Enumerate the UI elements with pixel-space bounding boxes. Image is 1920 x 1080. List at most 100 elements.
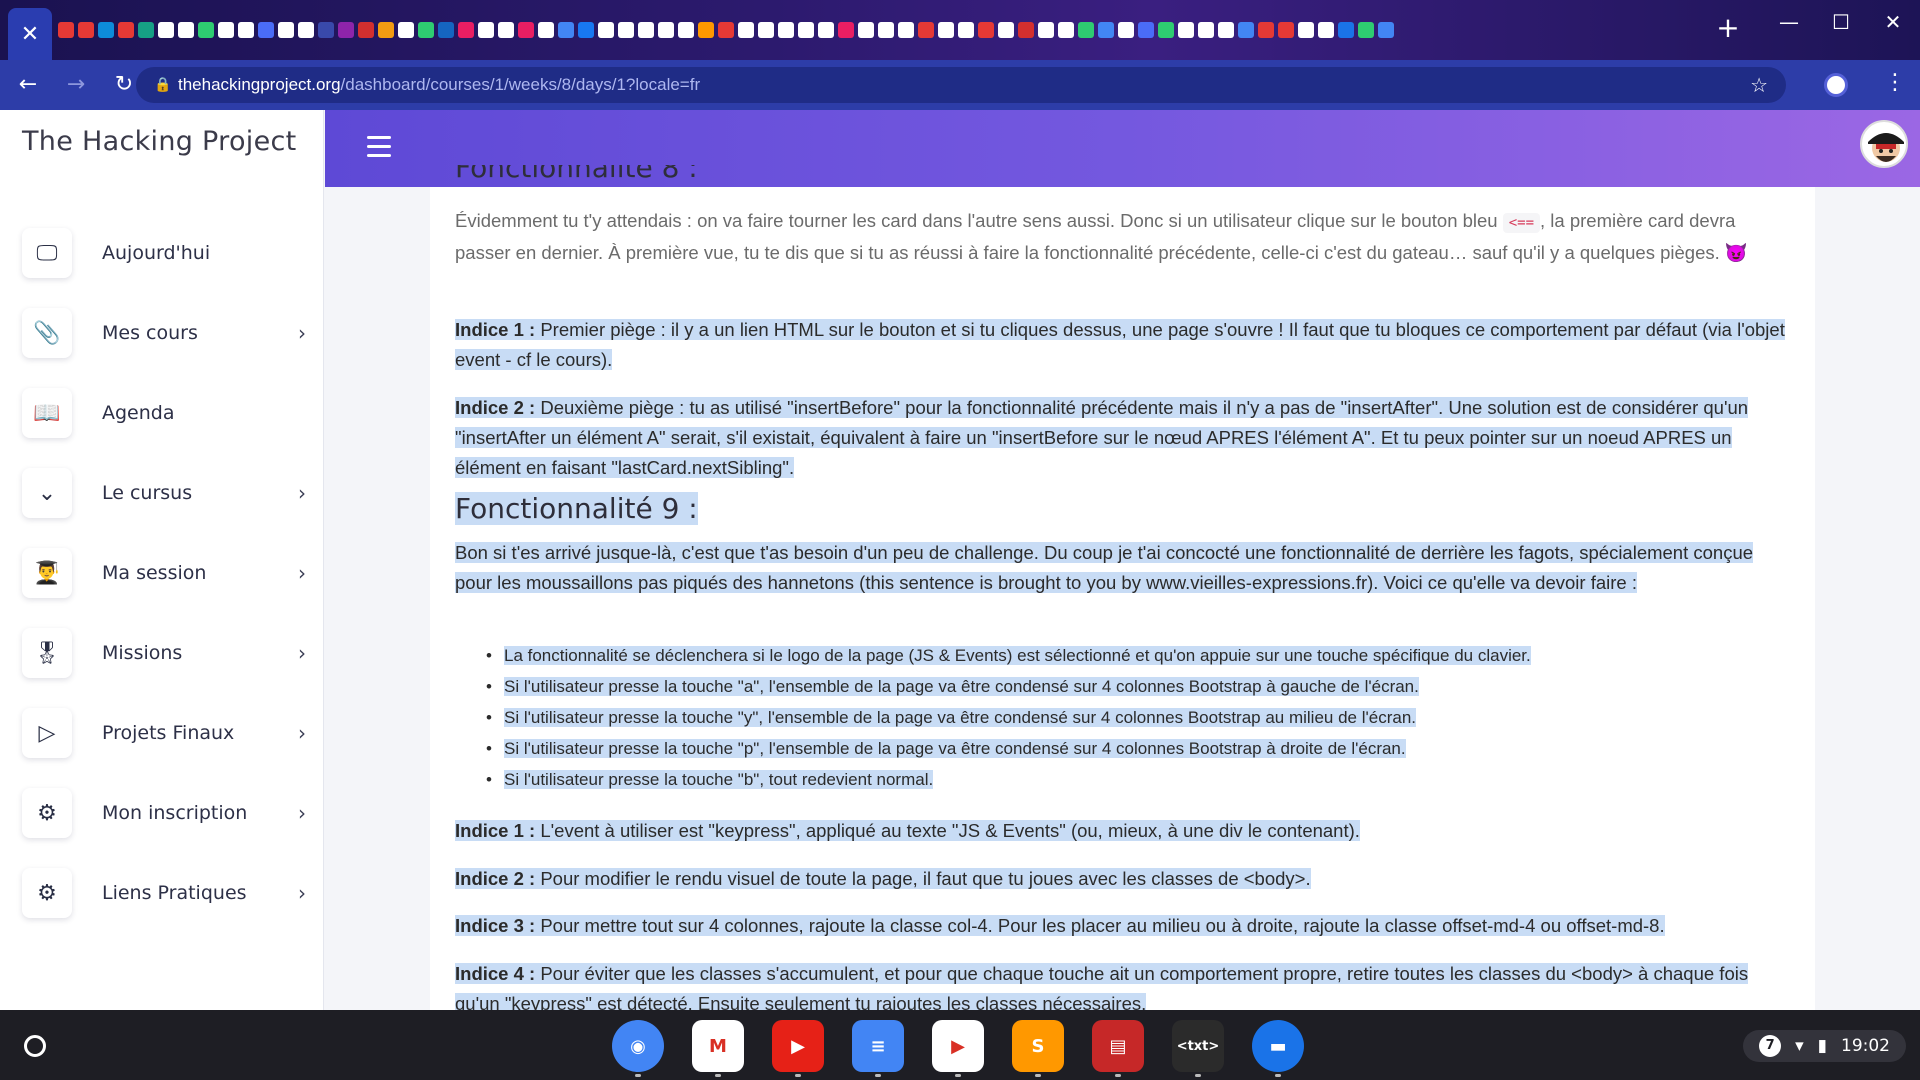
address-bar[interactable]: 🔒 thehackingproject.org/dashboard/course…: [136, 67, 1786, 103]
pinned-tab-favicon[interactable]: [1118, 22, 1134, 38]
sidebar-item-ma-session[interactable]: 👨‍🎓 Ma session ›: [22, 544, 312, 602]
pinned-tab-favicon[interactable]: [458, 22, 474, 38]
pinned-tab-favicon[interactable]: [678, 22, 694, 38]
pinned-tab-favicon[interactable]: [558, 22, 574, 38]
shelf-app-play-store[interactable]: ▶: [932, 1020, 984, 1072]
pinned-tab-favicon[interactable]: [118, 22, 134, 38]
pinned-tab-favicon[interactable]: [638, 22, 654, 38]
pinned-tab-favicon[interactable]: [278, 22, 294, 38]
pinned-tab-favicon[interactable]: [838, 22, 854, 38]
pinned-tab-favicon[interactable]: [158, 22, 174, 38]
sidebar-item-missions[interactable]: 🎖 Missions ›: [22, 624, 312, 682]
close-window-button[interactable]: ✕: [1880, 10, 1906, 34]
user-avatar[interactable]: [1860, 120, 1908, 168]
pinned-tab-favicon[interactable]: [918, 22, 934, 38]
pinned-tab-favicon[interactable]: [698, 22, 714, 38]
pinned-tab-favicon[interactable]: [1018, 22, 1034, 38]
pinned-tab-favicon[interactable]: [298, 22, 314, 38]
shelf-app-chrome[interactable]: ◉: [612, 1020, 664, 1072]
pinned-tab-favicon[interactable]: [1278, 22, 1294, 38]
pinned-tab-favicon[interactable]: [1338, 22, 1354, 38]
pinned-tab-favicon[interactable]: [778, 22, 794, 38]
active-tab[interactable]: ✕: [8, 8, 52, 60]
shelf-app-files[interactable]: ▬: [1252, 1020, 1304, 1072]
minimize-button[interactable]: —: [1776, 10, 1802, 34]
hamburger-menu-icon[interactable]: [367, 136, 391, 163]
sidebar-item-agenda[interactable]: 📖 Agenda: [22, 384, 312, 442]
pinned-tab-favicon[interactable]: [1178, 22, 1194, 38]
pinned-tab-favicon[interactable]: [438, 22, 454, 38]
pinned-tab-favicon[interactable]: [1038, 22, 1054, 38]
shelf-app-docs[interactable]: ≡: [852, 1020, 904, 1072]
pinned-tab-favicon[interactable]: [1258, 22, 1274, 38]
pinned-tab-favicon[interactable]: [1378, 22, 1394, 38]
extension-icon[interactable]: [1824, 73, 1848, 97]
pinned-tab-favicon[interactable]: [1218, 22, 1234, 38]
pinned-tab-favicon[interactable]: [518, 22, 534, 38]
brand-logo[interactable]: The Hacking Project: [22, 126, 297, 157]
shelf-app-youtube[interactable]: ▶: [772, 1020, 824, 1072]
pinned-tab-favicon[interactable]: [958, 22, 974, 38]
pinned-tab-favicon[interactable]: [378, 22, 394, 38]
pinned-tab-favicon[interactable]: [78, 22, 94, 38]
bookmark-star-icon[interactable]: ☆: [1750, 73, 1768, 97]
pinned-tab-favicon[interactable]: [1158, 22, 1174, 38]
sidebar-item-mon-inscription[interactable]: ⚙ Mon inscription ›: [22, 784, 312, 842]
pinned-tab-favicon[interactable]: [258, 22, 274, 38]
pinned-tab-favicon[interactable]: [98, 22, 114, 38]
pinned-tab-favicon[interactable]: [598, 22, 614, 38]
pinned-tab-favicon[interactable]: [1058, 22, 1074, 38]
sidebar-item-projets-finaux[interactable]: ▷ Projets Finaux ›: [22, 704, 312, 762]
pinned-tab-favicon[interactable]: [938, 22, 954, 38]
pinned-tab-favicon[interactable]: [998, 22, 1014, 38]
browser-menu-icon[interactable]: ⋮: [1884, 70, 1906, 95]
pinned-tab-favicon[interactable]: [658, 22, 674, 38]
pinned-tab-favicon[interactable]: [738, 22, 754, 38]
pinned-tab-favicon[interactable]: [218, 22, 234, 38]
sidebar-item-liens-pratiques[interactable]: ⚙ Liens Pratiques ›: [22, 864, 312, 922]
pinned-tab-favicon[interactable]: [1358, 22, 1374, 38]
pinned-tab-favicon[interactable]: [978, 22, 994, 38]
launcher-button[interactable]: [24, 1035, 46, 1057]
pinned-tab-favicon[interactable]: [1198, 22, 1214, 38]
tab-close-icon[interactable]: ✕: [21, 22, 39, 47]
pinned-tab-favicon[interactable]: [758, 22, 774, 38]
shelf-app-terminal[interactable]: ▤: [1092, 1020, 1144, 1072]
pinned-tab-favicon[interactable]: [818, 22, 834, 38]
pinned-tab-favicon[interactable]: [238, 22, 254, 38]
pinned-tab-favicon[interactable]: [318, 22, 334, 38]
shelf-app-sublime[interactable]: S: [1012, 1020, 1064, 1072]
shelf-app-text[interactable]: <txt>: [1172, 1020, 1224, 1072]
pinned-tab-favicon[interactable]: [1078, 22, 1094, 38]
pinned-tab-favicon[interactable]: [858, 22, 874, 38]
pinned-tab-favicon[interactable]: [1238, 22, 1254, 38]
pinned-tab-favicon[interactable]: [358, 22, 374, 38]
pinned-tab-favicon[interactable]: [898, 22, 914, 38]
pinned-tab-favicon[interactable]: [498, 22, 514, 38]
status-tray[interactable]: 7 ▾ ▮ 19:02: [1743, 1030, 1906, 1062]
pinned-tab-favicon[interactable]: [178, 22, 194, 38]
pinned-tab-favicon[interactable]: [1138, 22, 1154, 38]
new-tab-button[interactable]: +: [1712, 12, 1744, 44]
sidebar-item-mes-cours[interactable]: 📎 Mes cours ›: [22, 304, 312, 362]
sidebar-item-le-cursus[interactable]: ⌄ Le cursus ›: [22, 464, 312, 522]
pinned-tab-favicon[interactable]: [418, 22, 434, 38]
back-button[interactable]: ←: [8, 65, 48, 105]
forward-button[interactable]: →: [56, 65, 96, 105]
pinned-tab-favicon[interactable]: [1298, 22, 1314, 38]
pinned-tab-favicon[interactable]: [798, 22, 814, 38]
pinned-tab-favicon[interactable]: [198, 22, 214, 38]
pinned-tab-favicon[interactable]: [618, 22, 634, 38]
pinned-tab-favicon[interactable]: [138, 22, 154, 38]
pinned-tab-favicon[interactable]: [538, 22, 554, 38]
pinned-tab-favicon[interactable]: [478, 22, 494, 38]
pinned-tab-favicon[interactable]: [718, 22, 734, 38]
pinned-tab-favicon[interactable]: [1318, 22, 1334, 38]
shelf-app-gmail[interactable]: M: [692, 1020, 744, 1072]
pinned-tab-favicon[interactable]: [578, 22, 594, 38]
pinned-tab-favicon[interactable]: [398, 22, 414, 38]
pinned-tab-favicon[interactable]: [1098, 22, 1114, 38]
pinned-tab-favicon[interactable]: [338, 22, 354, 38]
sidebar-item-aujourdhui[interactable]: 🖵 Aujourd'hui: [22, 224, 312, 282]
pinned-tab-favicon[interactable]: [878, 22, 894, 38]
